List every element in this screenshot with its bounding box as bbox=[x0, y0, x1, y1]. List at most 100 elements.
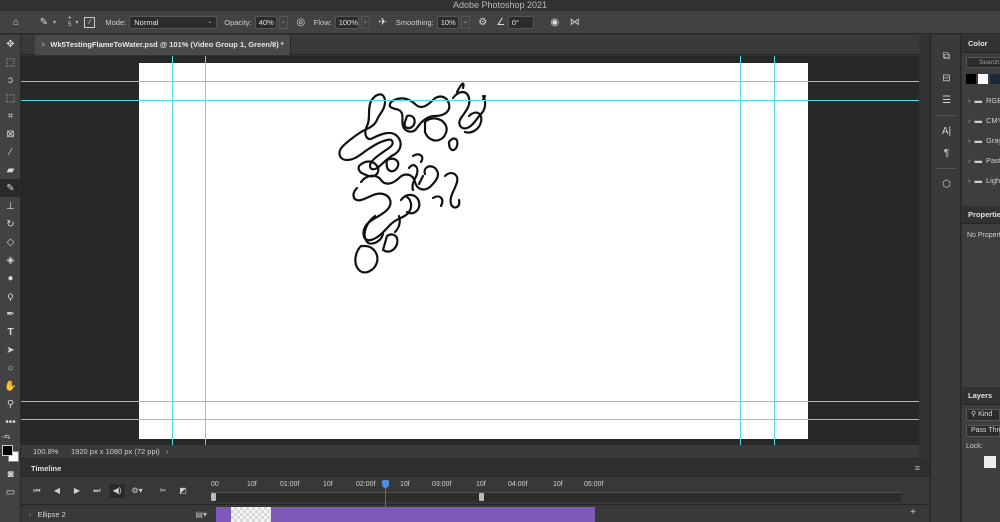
chevron-down-icon[interactable]: ⌄ bbox=[360, 15, 370, 29]
transition-button[interactable]: ◩ bbox=[175, 484, 191, 498]
mute-audio-button[interactable]: ◀) bbox=[109, 483, 125, 498]
playhead-handle[interactable] bbox=[382, 480, 389, 488]
color-swatches[interactable] bbox=[0, 443, 21, 465]
zoom-tool[interactable]: ⚲ bbox=[0, 395, 21, 413]
swatch-folder[interactable]: ›▬CMYK bbox=[962, 110, 1000, 130]
angle-field[interactable]: 0° bbox=[507, 15, 534, 29]
path-select-tool[interactable]: ➤ bbox=[0, 341, 21, 359]
blend-mode-select[interactable]: Pass Through bbox=[966, 425, 1000, 437]
document-tab[interactable]: × Wk5TestingFlameToWater.psd @ 101% (Vid… bbox=[35, 35, 291, 55]
history-brush-tool[interactable]: ↻ bbox=[0, 215, 21, 233]
hand-tool[interactable]: ✋ bbox=[0, 377, 21, 395]
expand-track-icon[interactable]: › bbox=[29, 510, 32, 519]
status-menu-button[interactable]: › bbox=[166, 447, 169, 456]
quick-select-tool[interactable]: ⬚ bbox=[0, 89, 21, 107]
mode-select[interactable]: Normal ⌄ bbox=[129, 15, 218, 29]
tool-preset-picker[interactable]: ✎ ▾ bbox=[37, 15, 56, 29]
layer-filter-select[interactable]: ⚲ Kind bbox=[966, 409, 1000, 421]
next-frame-icon: ⏭ bbox=[93, 485, 101, 495]
work-area-end-handle[interactable] bbox=[479, 493, 484, 501]
timeline-title[interactable]: Timeline bbox=[31, 464, 61, 473]
first-frame-icon: ⏮ bbox=[33, 485, 41, 495]
go-to-first-frame-button[interactable]: ⏮ bbox=[29, 484, 45, 498]
video-clip[interactable] bbox=[216, 507, 595, 522]
flow-field[interactable]: 100% bbox=[334, 15, 359, 29]
healing-tool[interactable]: ▰ bbox=[0, 161, 21, 179]
swatch-search-input[interactable]: Search bbox=[966, 57, 1000, 68]
airbrush-button[interactable]: ✈ bbox=[376, 15, 390, 29]
crop-tool[interactable]: ⌗ bbox=[0, 107, 21, 125]
blur-tool[interactable]: ● bbox=[0, 269, 21, 287]
pressure-opacity-button[interactable]: ◎ bbox=[294, 15, 308, 29]
properties-panel-tab[interactable]: Properties bbox=[962, 206, 1000, 224]
swatch-folder[interactable]: › ▬ RGB bbox=[962, 90, 1000, 110]
layers-panel-tab[interactable]: Layers bbox=[962, 387, 1000, 405]
eyedropper-tool[interactable]: ⁄ bbox=[0, 143, 21, 161]
pen-tool[interactable]: ✒ bbox=[0, 305, 21, 323]
smoothing-field[interactable]: 10% bbox=[436, 15, 459, 29]
timeline-ruler[interactable]: 00 10f 01:00f 10f 02:00f 10f 03:00f 10f … bbox=[211, 478, 930, 503]
zoom-level[interactable]: 100.8% bbox=[21, 447, 61, 456]
marquee-tool[interactable]: ⬚ bbox=[0, 53, 21, 71]
character-panel-button[interactable]: A| bbox=[931, 120, 962, 142]
chevron-down-icon[interactable]: ⌄ bbox=[460, 15, 470, 29]
split-button[interactable]: ✂ bbox=[155, 484, 171, 498]
move-tool[interactable]: ✥ bbox=[0, 35, 21, 53]
next-frame-button[interactable]: ⏭ bbox=[89, 484, 105, 498]
home-button[interactable]: ⌂ bbox=[9, 15, 23, 29]
swatch-folder[interactable]: ›▬Grayscale bbox=[962, 130, 1000, 150]
type-tool[interactable]: T bbox=[0, 323, 21, 341]
history-panel-button[interactable]: ⧉ bbox=[931, 45, 962, 67]
brush-settings-button[interactable]: ⁄ bbox=[84, 16, 96, 28]
cube-icon: ⬡ bbox=[942, 178, 951, 190]
swatch-folder[interactable]: ›▬Light bbox=[962, 170, 1000, 190]
dodge-tool[interactable]: ϙ bbox=[0, 287, 21, 305]
quick-mask-button[interactable]: ◙ bbox=[0, 465, 21, 483]
swatch-dark[interactable] bbox=[990, 74, 1000, 84]
ruler-label: 00 bbox=[211, 481, 219, 488]
symmetry-button[interactable]: ⋈ bbox=[568, 15, 582, 29]
screen-mode-button[interactable]: ▭ bbox=[0, 483, 21, 501]
chevron-down-icon[interactable]: ⌄ bbox=[278, 15, 288, 29]
panel-menu-icon[interactable]: ≡ bbox=[915, 463, 920, 473]
lasso-icon: ↄ bbox=[8, 74, 13, 86]
add-media-button[interactable]: + bbox=[910, 507, 916, 518]
close-icon[interactable]: × bbox=[41, 35, 45, 55]
film-strip-icon[interactable]: ▤▾ bbox=[195, 510, 207, 519]
track-header[interactable]: › Ellipse 2 ▤▾ bbox=[29, 505, 211, 522]
guide-vertical bbox=[740, 56, 741, 445]
paragraph-panel-button[interactable]: ¶ bbox=[931, 142, 962, 164]
brush-tool[interactable]: ✎ bbox=[0, 179, 21, 197]
stamp-tool[interactable]: ⊥ bbox=[0, 197, 21, 215]
chevron-down-icon[interactable]: ▾ bbox=[75, 19, 78, 26]
ellipse-tool[interactable]: ○ bbox=[0, 359, 21, 377]
paint-bucket-tool[interactable]: ◈ bbox=[0, 251, 21, 269]
playback-settings-button[interactable]: ⚙▾ bbox=[129, 484, 145, 498]
more-tools[interactable]: ••• bbox=[0, 413, 21, 431]
swatch-folder[interactable]: ›▬Pastel bbox=[962, 150, 1000, 170]
color-panel-tab[interactable]: Color bbox=[962, 35, 1000, 53]
eraser-tool[interactable]: ◇ bbox=[0, 233, 21, 251]
brush-preset-picker[interactable]: • 5 bbox=[68, 15, 71, 29]
swatch-white[interactable] bbox=[978, 74, 988, 84]
swap-colors[interactable]: ▫⇆ bbox=[0, 431, 21, 443]
smoothing-options-button[interactable]: ⚙ bbox=[476, 15, 490, 29]
work-area-bar[interactable] bbox=[211, 492, 901, 502]
opacity-field[interactable]: 40% bbox=[254, 15, 277, 29]
play-button[interactable]: ▶ bbox=[69, 484, 85, 498]
flow-label: Flow: bbox=[313, 17, 332, 27]
brush-icon: ✎ bbox=[6, 182, 15, 194]
brush-presets-button[interactable]: ⊟ bbox=[931, 67, 962, 89]
swatch-black[interactable] bbox=[966, 74, 976, 84]
layer-thumbnail[interactable] bbox=[984, 456, 996, 468]
work-area-start-handle[interactable] bbox=[211, 493, 216, 501]
pressure-size-button[interactable]: ◉ bbox=[548, 15, 562, 29]
lasso-tool[interactable]: ↄ bbox=[0, 71, 21, 89]
canvas-area[interactable] bbox=[21, 56, 919, 445]
previous-frame-button[interactable]: ◀ bbox=[49, 484, 65, 498]
foreground-color[interactable] bbox=[2, 445, 13, 456]
3d-panel-button[interactable]: ⬡ bbox=[931, 173, 962, 195]
frame-tool[interactable]: ⊠ bbox=[0, 125, 21, 143]
timeline-header: Timeline ≡ bbox=[21, 460, 930, 477]
adjustments-button[interactable]: ☰ bbox=[931, 89, 962, 111]
